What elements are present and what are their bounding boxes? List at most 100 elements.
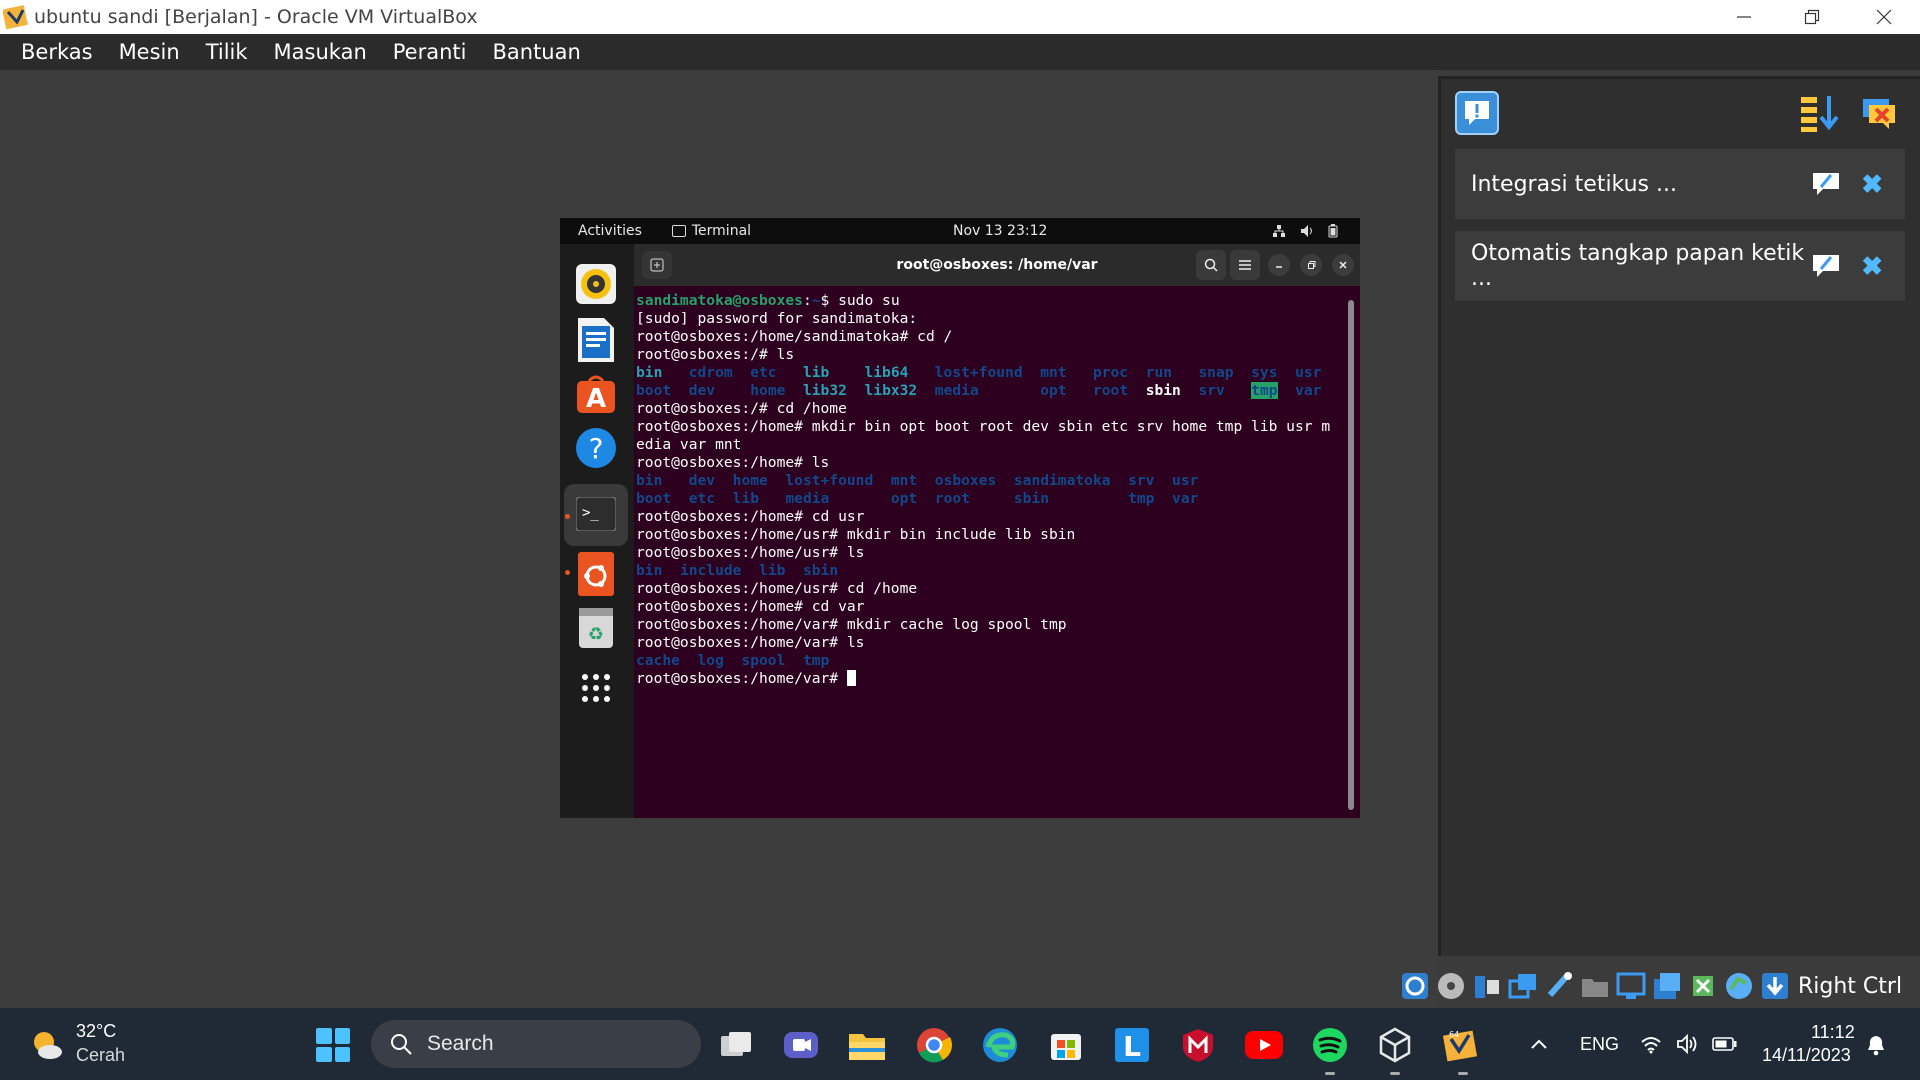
terminal-scrollbar[interactable] bbox=[1348, 300, 1354, 810]
task-view-icon[interactable] bbox=[717, 1026, 755, 1064]
terminal-text: boot bbox=[636, 382, 672, 399]
weather-temperature[interactable]: 32°C bbox=[76, 1021, 116, 1042]
gnome-system-tray[interactable] bbox=[1272, 224, 1338, 238]
weather-condition[interactable]: Cerah bbox=[76, 1045, 125, 1066]
close-notification-icon[interactable]: ✖ bbox=[1861, 251, 1883, 282]
activities-button[interactable]: Activities bbox=[578, 223, 642, 239]
display-icon[interactable] bbox=[1616, 971, 1646, 1001]
notification-info-button[interactable] bbox=[1455, 91, 1499, 135]
audio-icon[interactable] bbox=[1472, 971, 1502, 1001]
spotify-icon[interactable] bbox=[1311, 1026, 1349, 1064]
menu-peranti[interactable]: Peranti bbox=[381, 40, 481, 64]
battery-icon[interactable] bbox=[1712, 1036, 1738, 1052]
host-key-label[interactable]: Right Ctrl bbox=[1798, 974, 1902, 999]
virtualbox-vm-icon[interactable]: 64 bbox=[1442, 1026, 1480, 1064]
notification-bell-icon[interactable] bbox=[1866, 1034, 1886, 1056]
cpu-icon[interactable] bbox=[1688, 971, 1718, 1001]
terminal-text: root@osboxes:/home/var# mkdir cache log … bbox=[636, 616, 1067, 633]
menu-masukan[interactable]: Masukan bbox=[262, 40, 381, 64]
clock-date[interactable]: 14/11/2023 bbox=[1762, 1045, 1851, 1066]
clear-notifications-icon[interactable] bbox=[1859, 93, 1899, 133]
terminal-text: srv bbox=[1128, 472, 1155, 489]
terminal-line: root@osboxes:/# ls bbox=[636, 346, 1336, 364]
ubuntu-software-icon[interactable]: A bbox=[572, 370, 620, 418]
terminal-text: media bbox=[934, 382, 979, 399]
menu-berkas[interactable]: Berkas bbox=[9, 40, 107, 64]
terminal-text: $ sudo su bbox=[820, 292, 900, 309]
restore-icon bbox=[1308, 261, 1316, 269]
terminal-menu-button[interactable] bbox=[1230, 250, 1260, 280]
taskbar-search[interactable]: Search bbox=[371, 1020, 701, 1068]
terminal-running-indicator bbox=[565, 514, 570, 519]
libreoffice-writer-icon[interactable] bbox=[572, 316, 620, 364]
terminal-close-button[interactable] bbox=[1332, 254, 1354, 276]
video-capture-icon[interactable] bbox=[1652, 971, 1682, 1001]
shared-folders-icon[interactable] bbox=[1580, 971, 1610, 1001]
terminal-search-button[interactable] bbox=[1196, 250, 1226, 280]
minimize-button[interactable] bbox=[1710, 0, 1778, 34]
virtualbox-manager-icon[interactable] bbox=[1376, 1026, 1414, 1064]
chevron-up-icon[interactable] bbox=[1530, 1038, 1548, 1050]
partly-sunny-icon[interactable] bbox=[30, 1028, 64, 1062]
trash-icon[interactable]: ♻ bbox=[572, 604, 620, 652]
mcafee-icon[interactable] bbox=[1179, 1026, 1217, 1064]
terminal-small-icon bbox=[671, 225, 686, 237]
close-window-button[interactable] bbox=[1850, 0, 1918, 34]
microsoft-store-icon[interactable] bbox=[1047, 1026, 1085, 1064]
terminal-text: cache bbox=[636, 652, 680, 669]
terminal-output[interactable]: sandimatoka@osboxes:~$ sudo su [sudo] pas… bbox=[636, 292, 1336, 688]
chrome-icon[interactable] bbox=[915, 1026, 953, 1064]
menu-mesin[interactable]: Mesin bbox=[107, 40, 194, 64]
sort-notifications-icon[interactable] bbox=[1799, 93, 1839, 133]
speech-bubble-icon[interactable] bbox=[1811, 171, 1841, 197]
terminal-text: root@osboxes:/# cd /home bbox=[636, 400, 847, 417]
file-explorer-icon[interactable] bbox=[848, 1026, 886, 1064]
virtualization-icon[interactable] bbox=[1724, 971, 1754, 1001]
terminal-app-icon[interactable]: >_ bbox=[572, 490, 620, 538]
terminal-maximize-button[interactable] bbox=[1300, 254, 1322, 276]
ubuntu-running-indicator bbox=[565, 570, 570, 575]
menu-tilik[interactable]: Tilik bbox=[194, 40, 262, 64]
app-menu[interactable]: Terminal bbox=[671, 223, 751, 239]
rhythmbox-icon[interactable] bbox=[572, 260, 620, 308]
restore-button[interactable] bbox=[1778, 0, 1846, 34]
download-arrow-icon[interactable] bbox=[1760, 971, 1790, 1001]
ubuntu-logo-icon[interactable] bbox=[572, 550, 620, 598]
notification-mouse-integration[interactable]: Integrasi tetikus ... ✖ bbox=[1455, 149, 1905, 219]
close-notification-icon[interactable]: ✖ bbox=[1861, 169, 1883, 200]
speaker-icon[interactable] bbox=[1676, 1034, 1700, 1054]
l-app-icon[interactable]: L bbox=[1113, 1026, 1151, 1064]
notification-keyboard-capture[interactable]: Otomatis tangkap papan ketik ... ✖ bbox=[1455, 231, 1905, 301]
youtube-icon[interactable] bbox=[1245, 1026, 1283, 1064]
gnome-clock[interactable]: Nov 13 23:12 bbox=[953, 223, 1047, 239]
edge-icon[interactable] bbox=[981, 1026, 1019, 1064]
clock-time[interactable]: 11:12 bbox=[1811, 1022, 1855, 1043]
speech-bubble-icon[interactable] bbox=[1811, 253, 1841, 279]
wifi-icon[interactable] bbox=[1640, 1034, 1662, 1054]
help-icon[interactable]: ? bbox=[572, 424, 620, 472]
terminal-minimize-button[interactable] bbox=[1268, 254, 1290, 276]
terminal-text: bin bbox=[636, 562, 663, 579]
hard-disk-icon[interactable] bbox=[1400, 971, 1430, 1001]
start-button[interactable] bbox=[316, 1028, 350, 1062]
terminal-text: var bbox=[1295, 382, 1322, 399]
optical-drive-icon[interactable] bbox=[1436, 971, 1466, 1001]
language-indicator[interactable]: ENG bbox=[1580, 1034, 1619, 1055]
notification-text: Integrasi tetikus ... bbox=[1471, 171, 1677, 197]
terminal-window[interactable]: root@osboxes: /home/var sandimatoka@osbo… bbox=[634, 244, 1360, 818]
terminal-text: root@osboxes:/home/var# ls bbox=[636, 634, 865, 651]
terminal-text: spool bbox=[741, 652, 786, 669]
teams-chat-icon[interactable] bbox=[782, 1026, 820, 1064]
menu-bantuan[interactable]: Bantuan bbox=[480, 40, 594, 64]
show-apps-icon[interactable] bbox=[572, 664, 620, 712]
guest-screen[interactable]: Activities Terminal Nov 13 23:12 A ? >_ bbox=[560, 218, 1360, 818]
usb-icon[interactable] bbox=[1544, 971, 1574, 1001]
network-adapter-icon[interactable] bbox=[1508, 971, 1538, 1001]
